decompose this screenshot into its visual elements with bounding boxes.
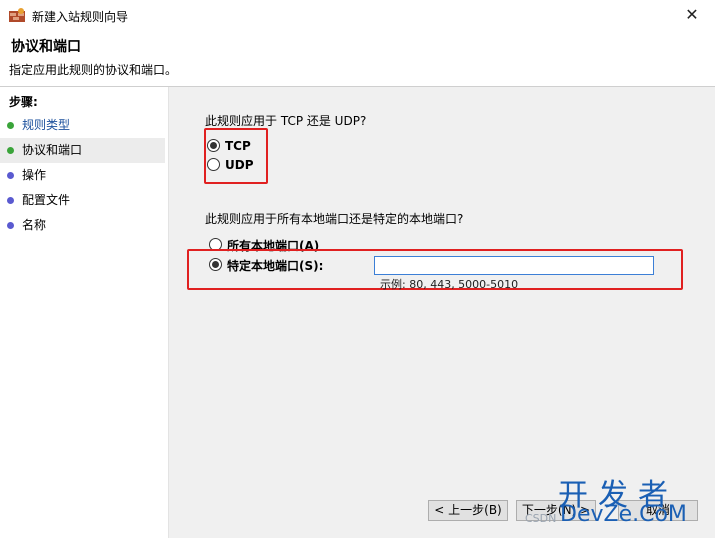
sidebar-item-profile[interactable]: 配置文件: [0, 188, 165, 213]
specific-ports-label[interactable]: 特定本地端口(S):: [227, 257, 323, 274]
watermark-domain: DevZe.CoM: [560, 502, 687, 527]
page-title: 协议和端口: [11, 39, 81, 55]
tcp-radio-label[interactable]: TCP: [225, 139, 251, 153]
sidebar-item-rule-type[interactable]: 规则类型: [0, 113, 165, 138]
step-current-icon: [7, 147, 14, 154]
port-input[interactable]: [374, 256, 654, 275]
radio-selected-icon: [210, 142, 217, 149]
sidebar-item-action[interactable]: 操作: [0, 163, 165, 188]
specific-ports-radio[interactable]: [209, 258, 222, 271]
protocol-question: 此规则应用于 TCP 还是 UDP?: [205, 114, 367, 128]
step-pending-icon: [7, 222, 14, 229]
sidebar-item-protocol-port[interactable]: 协议和端口: [0, 138, 165, 163]
close-button[interactable]: ✕: [669, 0, 715, 30]
port-example-hint: 示例: 80, 443, 5000-5010: [380, 278, 519, 291]
step-pending-icon: [7, 172, 14, 179]
udp-radio-label[interactable]: UDP: [225, 158, 254, 172]
sidebar-item-label: 配置文件: [22, 193, 71, 207]
step-pending-icon: [7, 197, 14, 204]
step-complete-icon: [7, 122, 14, 129]
port-question: 此规则应用于所有本地端口还是特定的本地端口?: [205, 212, 464, 226]
back-button[interactable]: < 上一步(B): [428, 500, 508, 521]
udp-radio[interactable]: [207, 158, 220, 171]
sidebar-item-label: 操作: [22, 168, 47, 182]
title-bar: 新建入站规则向导 ✕: [0, 0, 715, 30]
sidebar-item-label: 规则类型: [22, 118, 71, 132]
sidebar-item-label: 协议和端口: [22, 143, 83, 157]
firewall-icon: [9, 8, 25, 22]
steps-label: 步骤:: [9, 95, 38, 109]
wizard-header: 协议和端口 指定应用此规则的协议和端口。: [0, 30, 715, 86]
sidebar-item-label: 名称: [22, 218, 47, 232]
tcp-radio[interactable]: [207, 139, 220, 152]
watermark-csdn: CSDN: [525, 512, 557, 525]
window-title: 新建入站规则向导: [32, 10, 129, 24]
radio-selected-icon: [212, 261, 219, 268]
page-subtitle: 指定应用此规则的协议和端口。: [9, 63, 178, 77]
sidebar-item-name[interactable]: 名称: [0, 213, 165, 238]
steps-sidebar: 步骤: 规则类型 协议和端口 操作 配置文件 名称: [0, 87, 169, 538]
highlight-box-protocol: [204, 128, 268, 184]
